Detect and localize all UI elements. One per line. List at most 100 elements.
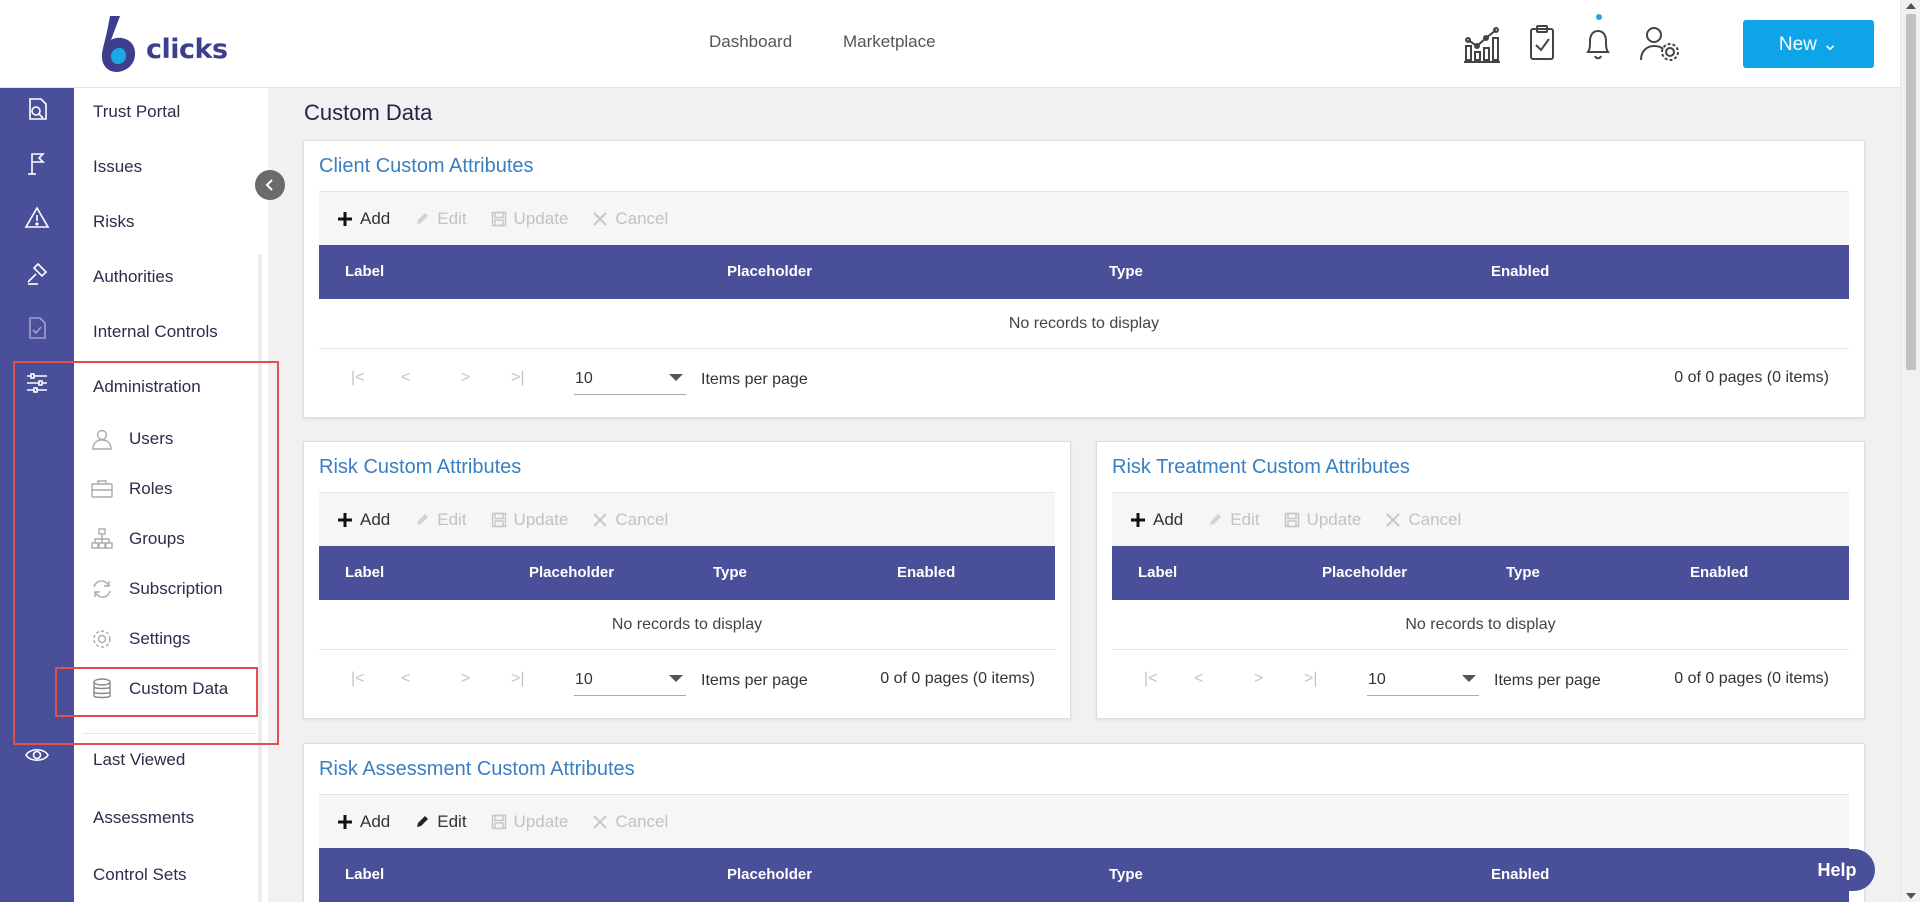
authorities-icon[interactable] — [22, 258, 52, 288]
add-button[interactable]: Add — [337, 812, 390, 832]
sidebar-item-control-sets[interactable]: Control Sets — [93, 865, 187, 885]
column-header-type[interactable]: Type — [1109, 263, 1143, 280]
last-page-icon[interactable]: >| — [511, 670, 525, 688]
first-page-icon[interactable]: |< — [351, 369, 365, 387]
cancel-button[interactable]: Cancel — [592, 812, 668, 832]
add-button[interactable]: Add — [1130, 510, 1183, 530]
6clicks-logo[interactable]: clicks — [98, 14, 228, 74]
next-page-icon[interactable]: > — [1254, 670, 1263, 688]
column-header-label[interactable]: Label — [345, 263, 384, 280]
last-page-icon[interactable]: >| — [1304, 670, 1318, 688]
administration-icon[interactable] — [22, 368, 52, 398]
edit-button[interactable]: Edit — [414, 209, 467, 229]
update-button[interactable]: Update — [491, 209, 568, 229]
sidebar-item-users[interactable]: Users — [84, 421, 254, 457]
plus-icon — [338, 815, 352, 829]
column-header-label[interactable]: Label — [345, 564, 384, 581]
column-header-enabled[interactable]: Enabled — [1491, 866, 1549, 883]
bell-icon[interactable] — [1576, 24, 1620, 64]
collapse-sidebar-button[interactable] — [255, 170, 285, 200]
card-title: Client Custom Attributes — [319, 155, 534, 177]
column-header-placeholder[interactable]: Placeholder — [529, 564, 614, 581]
page-size-select[interactable]: 10 — [1367, 666, 1479, 696]
save-icon — [491, 814, 506, 830]
page-size-select[interactable]: 10 — [574, 666, 686, 696]
update-button[interactable]: Update — [1284, 510, 1361, 530]
add-button[interactable]: Add — [337, 510, 390, 530]
column-header-type[interactable]: Type — [713, 564, 747, 581]
cancel-button[interactable]: Cancel — [1385, 510, 1461, 530]
card-title: Risk Treatment Custom Attributes — [1112, 456, 1410, 478]
last-viewed-icon[interactable] — [22, 740, 52, 770]
column-header-enabled[interactable]: Enabled — [897, 564, 955, 581]
plus-icon — [1131, 513, 1145, 527]
column-header-label[interactable]: Label — [345, 866, 384, 883]
no-records-message: No records to display — [1112, 600, 1849, 650]
update-label: Update — [513, 510, 569, 529]
add-button[interactable]: Add — [337, 209, 390, 229]
next-page-icon[interactable]: > — [461, 369, 470, 387]
page-size-select[interactable]: 10 — [574, 365, 686, 395]
help-button[interactable]: Help — [1799, 849, 1875, 891]
scrollbar-thumb[interactable] — [1906, 14, 1916, 370]
first-page-icon[interactable]: |< — [351, 670, 365, 688]
column-header-label[interactable]: Label — [1138, 564, 1177, 581]
user-settings-icon[interactable] — [1638, 24, 1682, 64]
sidebar-item-internal-controls[interactable]: Internal Controls — [93, 322, 218, 342]
page-size-value: 10 — [1368, 671, 1386, 688]
column-header-type[interactable]: Type — [1109, 866, 1143, 883]
nav-dashboard[interactable]: Dashboard — [709, 32, 792, 52]
sidebar-item-custom-data[interactable]: Custom Data — [84, 671, 254, 707]
clipboard-check-icon[interactable] — [1520, 24, 1564, 64]
cancel-button[interactable]: Cancel — [592, 209, 668, 229]
close-icon — [593, 513, 608, 527]
sidebar-item-administration[interactable]: Administration — [93, 377, 201, 397]
page-scrollbar[interactable] — [1900, 0, 1920, 902]
sidebar-item-label: Users — [129, 429, 174, 448]
last-page-icon[interactable]: >| — [511, 369, 525, 387]
notification-dot — [1596, 14, 1602, 20]
analytics-icon[interactable] — [1460, 24, 1504, 64]
sidebar-item-settings[interactable]: Settings — [84, 621, 254, 657]
scroll-up-arrow-icon[interactable] — [1906, 3, 1916, 9]
first-page-icon[interactable]: |< — [1144, 670, 1158, 688]
column-header-type[interactable]: Type — [1506, 564, 1540, 581]
cancel-button[interactable]: Cancel — [592, 510, 668, 530]
risk-assessment-custom-attributes-card: Risk Assessment Custom Attributes Add Ed… — [303, 743, 1865, 902]
issues-icon[interactable] — [22, 148, 52, 178]
sidebar-item-last-viewed[interactable]: Last Viewed — [93, 750, 185, 770]
scroll-down-arrow-icon[interactable] — [1906, 893, 1916, 899]
user-icon — [89, 426, 115, 452]
prev-page-icon[interactable]: < — [1194, 670, 1203, 688]
prev-page-icon[interactable]: < — [401, 369, 410, 387]
menu-scrollbar[interactable] — [258, 254, 262, 902]
edit-button[interactable]: Edit — [414, 510, 467, 530]
sidebar-item-subscription[interactable]: Subscription — [84, 571, 254, 607]
prev-page-icon[interactable]: < — [401, 670, 410, 688]
sidebar-item-label: Custom Data — [129, 679, 229, 698]
internal-controls-icon[interactable] — [22, 313, 52, 343]
column-header-enabled[interactable]: Enabled — [1690, 564, 1748, 581]
edit-button[interactable]: Edit — [1207, 510, 1260, 530]
column-header-placeholder[interactable]: Placeholder — [727, 263, 812, 280]
sidebar-item-roles[interactable]: Roles — [84, 471, 254, 507]
update-button[interactable]: Update — [491, 510, 569, 530]
column-header-placeholder[interactable]: Placeholder — [1322, 564, 1407, 581]
briefcase-icon — [89, 476, 115, 502]
nav-marketplace[interactable]: Marketplace — [843, 32, 936, 52]
column-header-enabled[interactable]: Enabled — [1491, 263, 1549, 280]
sidebar-item-assessments[interactable]: Assessments — [93, 808, 194, 828]
close-icon — [1386, 513, 1401, 527]
sidebar-item-risks[interactable]: Risks — [93, 212, 135, 232]
next-page-icon[interactable]: > — [461, 670, 470, 688]
column-header-placeholder[interactable]: Placeholder — [727, 866, 812, 883]
sidebar-item-groups[interactable]: Groups — [84, 521, 254, 557]
trust-portal-icon[interactable] — [22, 94, 52, 124]
new-button[interactable]: New ⌄ — [1743, 20, 1874, 68]
sidebar-item-authorities[interactable]: Authorities — [93, 267, 173, 287]
update-button[interactable]: Update — [491, 812, 568, 832]
edit-button[interactable]: Edit — [414, 812, 467, 832]
sidebar-item-trust-portal[interactable]: Trust Portal — [93, 102, 180, 122]
risks-icon[interactable] — [22, 203, 52, 233]
sidebar-item-issues[interactable]: Issues — [93, 157, 142, 177]
